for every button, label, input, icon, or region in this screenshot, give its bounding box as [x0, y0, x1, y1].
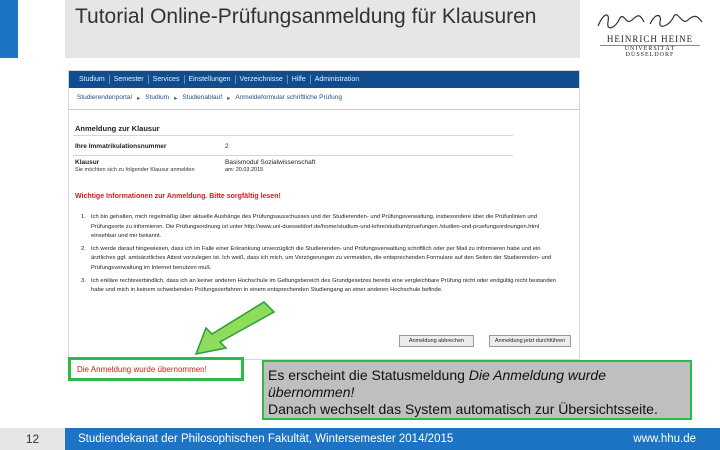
list-item-text: Ich erkläre rechtsverbindlich, dass ich …: [91, 277, 556, 294]
callout-box: Es erscheint die Statusmeldung Die Anmel…: [262, 360, 692, 420]
klausur-sublabel: Sie möchten sich zu folgender Klausur an…: [75, 167, 195, 173]
university-logo: HEINRICH HEINE UNIVERSITÄT DÜSSELDORF: [590, 8, 710, 63]
portal-top-nav: Studium Semester Services Einstellungen …: [69, 71, 579, 88]
list-item-number: 1.: [81, 214, 86, 220]
breadcrumb-item: Anmeldeformular schriftliche Prüfung: [235, 94, 342, 101]
chevron-right-icon: ▸: [136, 95, 141, 102]
nav-item-verzeichnisse[interactable]: Verzeichnisse: [236, 75, 288, 84]
status-message: Die Anmeldung wurde übernommen!: [68, 357, 244, 381]
list-item: 2. Ich werde darauf hingewiesen, dass ic…: [81, 245, 561, 274]
warning-heading: Wichtige Informationen zur Anmeldung. Bi…: [75, 193, 281, 200]
title-box: Tutorial Online-Prüfungsanmeldung für Kl…: [65, 0, 580, 58]
list-item-text: Ich bin gehalten, mich regelmäßig über a…: [91, 214, 540, 240]
klausur-label: Klausur: [75, 159, 100, 166]
slide: Tutorial Online-Prüfungsanmeldung für Kl…: [0, 0, 720, 450]
breadcrumb-item[interactable]: Studienablauf: [182, 94, 222, 102]
logo-line-1: HEINRICH HEINE: [606, 34, 694, 44]
divider: [73, 155, 513, 156]
callout-text-2: Danach wechselt das System automatisch z…: [268, 401, 658, 417]
page-number: 12: [0, 428, 65, 450]
form-title: Anmeldung zur Klausur: [75, 124, 160, 133]
footer-url[interactable]: www.hhu.de: [633, 428, 696, 450]
nav-item-studium[interactable]: Studium: [75, 75, 110, 84]
divider: [73, 135, 513, 136]
logo-line-2: UNIVERSITÄT DÜSSELDORF: [600, 45, 700, 58]
breadcrumb: Studierendenportal ▸ Studium ▸ Studienab…: [77, 94, 342, 102]
green-arrow-icon: [194, 301, 276, 356]
chevron-right-icon: ▸: [227, 95, 231, 102]
nav-item-administration[interactable]: Administration: [311, 75, 363, 84]
confirm-registration-button[interactable]: Anmeldung jetzt durchführen: [489, 335, 571, 347]
list-item: 1. Ich bin gehalten, mich regelmäßig übe…: [81, 213, 561, 242]
breadcrumb-item[interactable]: Studierendenportal: [77, 94, 132, 102]
klausur-value: Basismodul Sozialwissenschaft: [225, 159, 316, 166]
breadcrumb-item[interactable]: Studium: [145, 94, 169, 102]
callout-text: Es erscheint die Statusmeldung: [268, 367, 469, 383]
list-item: 3. Ich erkläre rechtsverbindlich, dass i…: [81, 277, 561, 296]
matrikel-value: 2: [225, 143, 229, 150]
info-list: 1. Ich bin gehalten, mich regelmäßig übe…: [81, 213, 561, 299]
nav-item-einstellungen[interactable]: Einstellungen: [185, 75, 236, 84]
page-title: Tutorial Online-Prüfungsanmeldung für Kl…: [75, 5, 537, 28]
list-item-text: Ich werde darauf hingewiesen, dass ich i…: [91, 245, 552, 271]
header-accent-band: [0, 0, 18, 58]
matrikel-label: Ihre Immatrikulationsnummer: [75, 143, 167, 150]
klausur-date: am: 20.03.2015: [225, 167, 264, 173]
nav-item-services[interactable]: Services: [149, 75, 185, 84]
signature-icon: [597, 14, 703, 29]
portal-screenshot: Studium Semester Services Einstellungen …: [68, 70, 580, 360]
footer-text: Studiendekanat der Philosophischen Fakul…: [78, 433, 454, 445]
cancel-registration-button[interactable]: Anmeldung abbrechen: [399, 335, 474, 347]
list-item-number: 2.: [81, 245, 86, 252]
list-item-number: 3.: [81, 277, 86, 284]
divider: [69, 109, 579, 110]
nav-item-hilfe[interactable]: Hilfe: [288, 75, 311, 84]
nav-item-semester[interactable]: Semester: [110, 75, 149, 84]
chevron-right-icon: ▸: [174, 95, 178, 102]
